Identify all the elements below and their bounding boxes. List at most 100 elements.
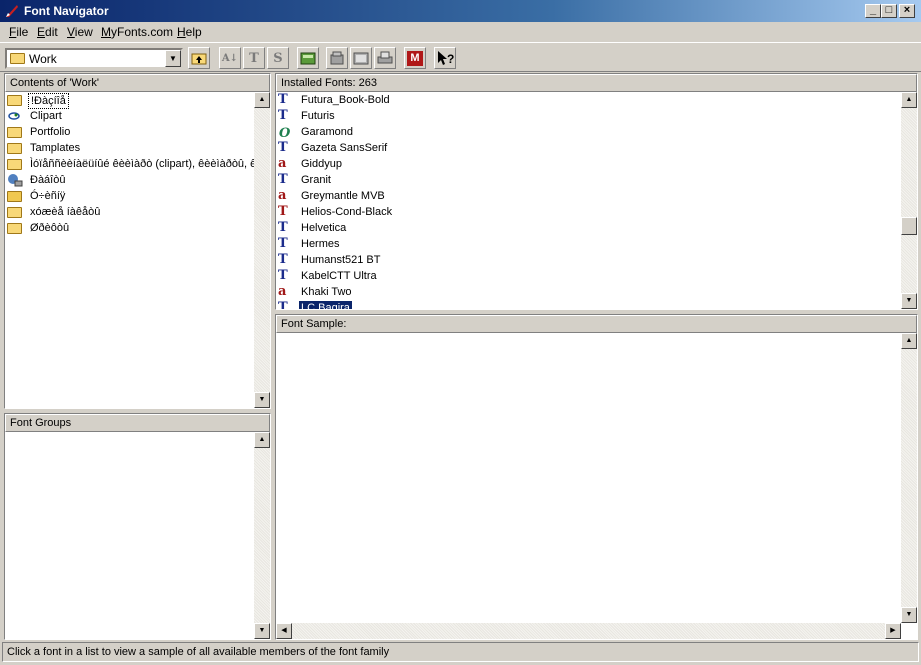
scroll-down-icon[interactable]: ▼ [254,392,270,408]
font-sample-hscrollbar[interactable]: ◀ ▶ [276,623,901,639]
sort-button[interactable]: A↓ [219,47,241,69]
menu-bar: File Edit View MyFonts.com Help [0,22,921,42]
list-item[interactable]: T Futura_Book-Bold [276,92,901,108]
install-button[interactable] [326,47,348,69]
font-groups-scrollbar[interactable]: ▲ ▼ [254,432,270,639]
add-font-button[interactable] [297,47,319,69]
add-font-icon [300,52,316,65]
truetype-icon: T [278,252,288,267]
list-item[interactable]: T Helvetica [276,220,901,236]
font-sample-vscrollbar[interactable]: ▲ ▼ [901,333,917,623]
folder-icon [7,93,23,107]
status-bar: Click a font in a list to view a sample … [2,642,919,662]
list-item[interactable]: T Futuris [276,108,901,124]
font-groups-header: Font Groups [5,414,270,432]
list-item[interactable]: xóæèå íàêåòû [5,204,254,220]
folder-combobox[interactable]: Work ▼ [5,48,183,69]
context-help-button[interactable]: ? [434,47,456,69]
title-bar: Font Navigator _ □ × [0,0,921,22]
context-help-icon: ? [438,51,454,66]
font-sample-header: Font Sample: [276,315,917,333]
svg-text:O: O [279,126,291,139]
font-sample-panel: Font Sample: ▲ ▼ ◀ ▶ [275,314,918,640]
type1-red-icon: T [278,204,288,219]
scroll-up-icon[interactable]: ▲ [901,92,917,108]
scroll-down-icon[interactable]: ▼ [901,607,917,623]
list-item[interactable]: T Gazeta SansSerif [276,140,901,156]
list-item[interactable]: Øðèôòû [5,220,254,236]
font-groups-panel: Font Groups ▲ ▼ [4,413,271,640]
truetype-icon: T [278,92,288,107]
close-button[interactable]: × [899,4,915,18]
list-item[interactable]: Clipart [5,108,254,124]
menu-view[interactable]: View [67,25,93,39]
font-sample-area [276,333,901,623]
list-item[interactable]: Ðàáîòû [5,172,254,188]
list-item-selected[interactable]: T LC Bagira [276,300,901,309]
print-button[interactable] [374,47,396,69]
folder-icon [10,53,25,64]
list-item[interactable]: Ìóïåññèèíàëüíûé êèèìàðò (clipart), êèèìà… [5,156,254,172]
installed-fonts-header: Installed Fonts: 263 [276,74,917,92]
truetype-icon: T [278,108,288,123]
folder-combobox-value: Work [29,52,57,66]
truetype-icon: T [278,268,288,283]
scroll-right-icon[interactable]: ▶ [885,623,901,639]
list-item[interactable]: Portfolio [5,124,254,140]
folder-open-icon [7,189,23,203]
list-item[interactable]: a Giddyup [276,156,901,172]
contents-scrollbar[interactable]: ▲ ▼ [254,92,270,408]
scroll-down-icon[interactable]: ▼ [254,623,270,639]
install-icon [330,51,344,65]
list-item[interactable]: T Humanst521 BT [276,252,901,268]
list-item[interactable]: a Greymantle MVB [276,188,901,204]
list-item[interactable]: T Helios-Cond-Black [276,204,901,220]
myfonts-button[interactable]: M [404,47,426,69]
truetype-icon: T [278,140,288,155]
truetype-icon: T [278,236,288,251]
properties-icon [353,52,369,65]
clipart-icon [7,109,23,123]
type1-filter-button[interactable]: S [267,47,289,69]
scroll-left-icon[interactable]: ◀ [276,623,292,639]
menu-edit[interactable]: Edit [37,25,58,39]
list-item[interactable]: !Ðàçíîå [5,92,254,109]
list-item[interactable]: O Garamond [276,124,901,141]
menu-myfonts[interactable]: MyFonts.com [101,25,173,39]
truetype-icon: T [249,50,259,66]
list-item[interactable]: T Granit [276,172,901,188]
scroll-down-icon[interactable]: ▼ [901,293,917,309]
scroll-up-icon[interactable]: ▲ [901,333,917,349]
up-folder-button[interactable] [188,47,210,69]
list-item[interactable]: a Khaki Two [276,284,901,300]
contents-list: !Ðàçíîå Clipart Portfolio Tamplates Ìóïå… [5,92,254,408]
truetype-filter-button[interactable]: T [243,47,265,69]
type1-icon: a [278,188,287,203]
list-item[interactable]: T KabelCTT Ultra [276,268,901,284]
folder-icon [7,205,23,219]
menu-file[interactable]: File [9,25,28,39]
svg-text:?: ? [447,52,454,66]
minimize-button[interactable]: _ [865,4,881,18]
list-item[interactable]: Ó÷èñíÿ [5,188,254,204]
network-icon [7,173,23,187]
scroll-up-icon[interactable]: ▲ [254,92,270,108]
chevron-down-icon[interactable]: ▼ [165,50,181,67]
scroll-thumb[interactable] [901,217,917,235]
sort-az-icon: A↓ [221,52,239,64]
installed-fonts-scrollbar[interactable]: ▲ ▼ [901,92,917,309]
scroll-up-icon[interactable]: ▲ [254,432,270,448]
myfonts-icon: M [407,50,423,66]
truetype-icon: T [278,220,288,235]
installed-fonts-panel: Installed Fonts: 263 T Futura_Book-Bold T… [275,73,918,310]
folder-icon [7,125,23,139]
up-folder-icon [191,53,207,65]
list-item[interactable]: T Hermes [276,236,901,252]
menu-help[interactable]: Help [177,25,202,39]
list-item[interactable]: Tamplates [5,140,254,156]
contents-header: Contents of 'Work' [5,74,270,92]
maximize-button[interactable]: □ [881,4,897,18]
type1-icon: a [278,156,287,171]
properties-button[interactable] [350,47,372,69]
installed-fonts-list: T Futura_Book-Bold T Futuris O Garamond T Ga… [276,92,901,309]
